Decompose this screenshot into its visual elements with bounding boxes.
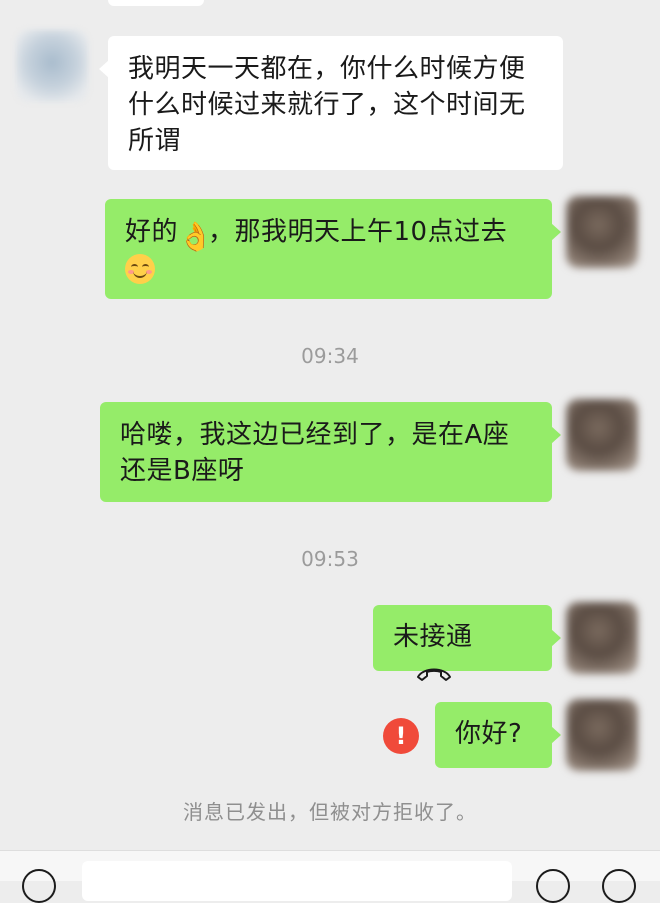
ok-hand-emoji-icon: 👌: [178, 220, 214, 253]
message-input[interactable]: [82, 861, 512, 901]
plus-icon[interactable]: [602, 869, 636, 903]
message-text: 哈喽，我这边已经到了，是在A座还是B座呀: [120, 420, 510, 486]
phone-hangup-icon: [415, 657, 453, 693]
my-avatar[interactable]: [566, 399, 638, 471]
message-text: 好的: [125, 217, 179, 247]
my-avatar[interactable]: [566, 196, 638, 268]
message-text: 你好?: [455, 719, 523, 749]
timestamp: 09:34: [301, 344, 359, 368]
timestamp: 09:53: [301, 547, 359, 571]
call-status-text: 未接通: [393, 622, 473, 652]
sent-message-bubble[interactable]: 你好?: [435, 702, 561, 768]
call-message-bubble[interactable]: 未接通: [373, 605, 561, 681]
received-message-bubble[interactable]: 我明天一天都在，你什么时候方便什么时候过来就行了，这个时间无所谓: [99, 36, 563, 170]
voice-icon[interactable]: [22, 869, 56, 903]
emoji-icon[interactable]: [536, 869, 570, 903]
sent-message-bubble[interactable]: 好的👌，那我明天上午10点过去: [105, 199, 561, 299]
chat-area: 我明天一天都在，你什么时候方便什么时候过来就行了，这个时间无所谓 好的👌，那我明…: [0, 0, 660, 903]
input-bar: [0, 850, 660, 903]
sent-message-bubble[interactable]: 哈喽，我这边已经到了，是在A座还是B座呀: [100, 402, 561, 502]
smile-emoji-icon: [125, 254, 155, 284]
error-icon[interactable]: !: [383, 718, 419, 754]
my-avatar[interactable]: [566, 699, 638, 771]
message-text-continued: ，那我明天上午10点过去: [208, 217, 508, 247]
my-avatar[interactable]: [566, 602, 638, 674]
system-notice: 消息已发出，但被对方拒收了。: [183, 800, 477, 824]
contact-avatar[interactable]: [16, 30, 88, 102]
partial-message-bubble: [108, 0, 204, 6]
message-text: 我明天一天都在，你什么时候方便什么时候过来就行了，这个时间无所谓: [128, 54, 526, 156]
